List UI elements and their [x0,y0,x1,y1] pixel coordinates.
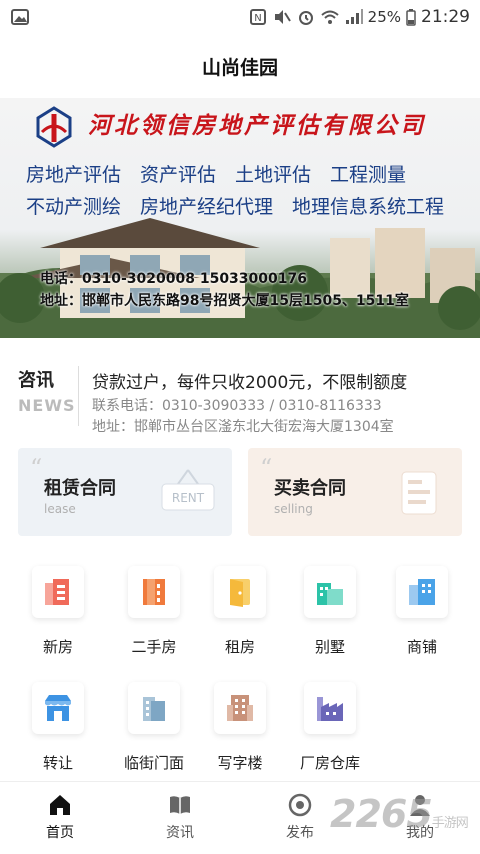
service-item: 土地评估 [235,164,312,186]
status-right: N 25% 21:29 [248,7,470,27]
villa-icon [304,566,356,618]
news-logo-en: NEWS [18,396,76,415]
news-headline[interactable]: 贷款过户，每件只收2000元，不限制额度 [92,368,407,393]
category-label: 新房 [42,638,73,656]
status-time: 21:29 [421,7,470,27]
office-building-icon [214,682,266,734]
selling-contract-card[interactable]: “ 买卖合同 selling [248,448,462,536]
service-item: 工程测量 [330,164,407,186]
watermark-sub: 手游网 [431,816,469,831]
news-address: 地址：邯郸市丛台区滏东北大街宏海大厦1304室 [92,419,394,435]
contract-title: 买卖合同 [274,478,346,499]
company-name: 河北领信房地产评估有限公司 [88,112,426,139]
page-title: 山尚佳园 [201,56,278,79]
category-label: 二手房 [131,638,177,656]
news-phone: 联系电话：0310-3090333 / 0310-8116333 [92,398,382,414]
battery-icon [406,9,416,26]
company-logo-icon [36,106,72,148]
mute-icon [274,10,291,24]
contract-subtitle: lease [44,502,76,516]
site-watermark: 2265手游网 [330,792,469,836]
new-house-icon [32,566,84,618]
category-label: 写字楼 [217,754,263,772]
nfc-icon: N [249,9,266,25]
banner-phone: 电话：0310-3020008 15033000176 [40,271,307,287]
rent-door-icon [214,566,266,618]
status-bar: N 25% 21:29 [0,0,480,34]
watermark-main: 2265 [330,792,433,836]
signal-icon [345,9,363,24]
news-divider [78,366,79,426]
tab-news[interactable]: 资讯 [132,782,228,854]
wifi-icon [320,10,339,24]
banner-address: 地址：邯郸市人民东路98号招贤大厦15层1505、1511室 [40,293,409,309]
category-label: 别墅 [314,638,345,656]
category-label: 商铺 [406,638,437,656]
category-villa[interactable]: 别墅 [282,566,378,657]
alarm-icon [298,11,313,25]
service-item: 资产评估 [140,164,217,186]
tab-label: 首页 [46,825,74,841]
status-left [10,8,30,26]
ad-banner[interactable]: 河北领信房地产评估有限公司 房地产评估 资产评估 土地评估 工程测量 不动产测绘 房地产… [0,98,480,338]
category-office[interactable]: 写字楼 [192,682,288,773]
service-item: 房地产评估 [26,164,122,186]
category-shop[interactable]: 商铺 [374,566,470,657]
news-block[interactable]: 咨讯 NEWS 贷款过户，每件只收2000元，不限制额度 联系电话：0310-3… [0,352,480,442]
app-bar: 山尚佳园 [0,34,480,98]
category-transfer[interactable]: 转让 [10,682,106,773]
factory-icon [304,682,356,734]
book-icon [170,796,190,814]
rent-tag: RENT [172,491,205,505]
svg-text:N: N [254,13,261,24]
tab-home[interactable]: 首页 [12,782,108,854]
category-second-hand[interactable]: 二手房 [106,566,202,657]
lease-contract-card[interactable]: “ 租赁合同 lease RENT [18,448,232,536]
transfer-store-icon [32,682,84,734]
category-storefront[interactable]: 临街门面 [106,682,202,773]
category-label: 转让 [42,754,73,772]
news-logo-cn: 咨讯 [18,370,54,391]
quote-icon: “ [30,454,43,482]
quote-icon: “ [260,454,273,482]
category-label: 厂房仓库 [299,754,360,772]
category-label: 租房 [224,638,255,656]
battery-percent: 25% [367,8,401,26]
services-row-1: 房地产评估 资产评估 土地评估 工程测量 [26,160,425,187]
home-icon [50,795,70,815]
rent-sign-icon: RENT [161,469,215,511]
shop-building-icon [396,566,448,618]
publish-icon [288,793,312,817]
contract-title: 租赁合同 [44,478,116,499]
second-hand-house-icon [128,566,180,618]
category-rent[interactable]: 租房 [192,566,288,657]
storefront-icon [128,682,180,734]
category-factory[interactable]: 厂房仓库 [282,682,378,773]
contract-subtitle: selling [274,502,313,516]
category-label: 临街门面 [123,754,184,772]
tab-label: 资讯 [166,825,194,841]
gallery-notification-icon [11,9,29,25]
category-new-house[interactable]: 新房 [10,566,106,657]
document-icon [401,471,437,515]
